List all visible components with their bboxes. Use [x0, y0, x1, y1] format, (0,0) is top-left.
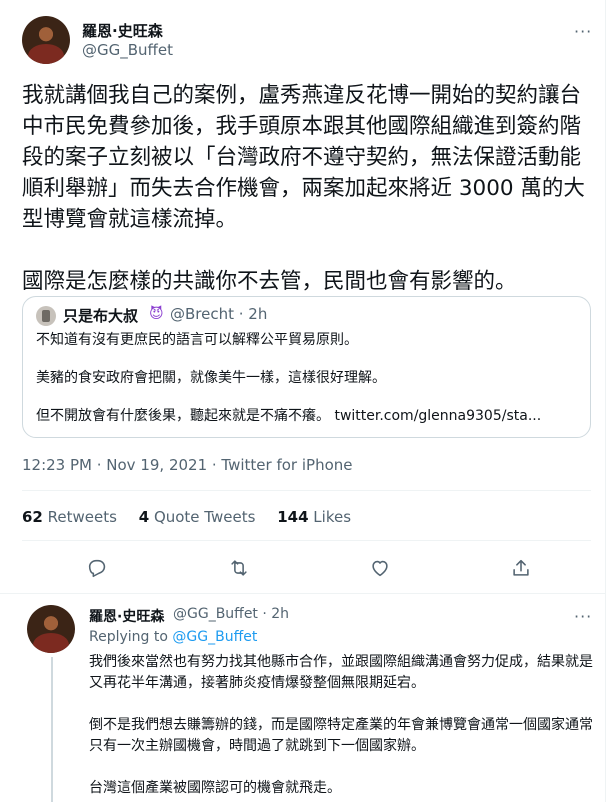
tweet-stats: 62 Retweets 4 Quote Tweets 144 Likes — [22, 508, 368, 526]
avatar[interactable] — [27, 605, 75, 653]
quoted-avatar — [36, 306, 56, 326]
reply-paragraph: 我們後來當然也有努力找其他縣市合作，並跟國際組織溝通會努力促成，結果就是又再花半… — [89, 654, 593, 691]
quoted-line: 美豬的食安政府會把關，就像美牛一樣，這樣很好理解。 — [36, 370, 386, 386]
divider — [22, 540, 591, 541]
retweet-icon — [231, 560, 247, 576]
replying-to-link[interactable]: @GG_Buffet — [172, 629, 257, 645]
like-button[interactable] — [369, 557, 391, 579]
quoted-text: 不知道有沒有更庶民的語言可以解釋公平貿易原則。 美豬的食安政府會把關，就像美牛一… — [36, 331, 581, 426]
tweet-timestamp[interactable]: 12:23 PM · Nov 19, 2021 · Twitter for iP… — [22, 456, 353, 474]
tweet-paragraph: 國際是怎麼樣的共識你不去管，民間也會有影響的。 — [22, 269, 517, 294]
author-handle[interactable]: @GG_Buffet — [82, 41, 173, 59]
more-options-icon[interactable]: ··· — [574, 22, 592, 41]
reply-handle-time[interactable]: @GG_Buffet · 2h — [173, 606, 289, 622]
divider — [22, 490, 591, 491]
reply-button[interactable] — [86, 557, 108, 579]
reply-paragraph: 台灣這個產業被國際認可的機會就飛走。 — [89, 780, 341, 796]
retweets-stat[interactable]: 62 Retweets — [22, 508, 117, 526]
share-icon — [513, 559, 529, 576]
quoted-line: 不知道有沒有更庶民的語言可以解釋公平貿易原則。 — [36, 332, 358, 348]
author-name[interactable]: 羅恩·史旺森 — [82, 20, 163, 41]
retweet-button[interactable] — [228, 557, 250, 579]
reply-icon — [88, 559, 106, 578]
divider — [0, 593, 606, 594]
reply-paragraph: 倒不是我們想去賺籌辦的錢，而是國際特定產業的年會兼博覽會通常一個國家通常只有一次… — [89, 717, 593, 754]
tweet-paragraph: 我就講個我自己的案例，盧秀燕違反花博一開始的契約讓台中市民免費參加後，我手頭原本… — [22, 83, 585, 232]
share-button[interactable] — [510, 557, 532, 579]
quoted-tweet[interactable]: 只是布大叔 😈 @Brecht · 2h 不知道有沒有更庶民的語言可以解釋公平貿… — [22, 296, 591, 438]
devil-emoji-icon: 😈 — [149, 306, 164, 322]
quote-tweets-stat[interactable]: 4 Quote Tweets — [139, 508, 256, 526]
reply-author-name[interactable]: 羅恩·史旺森 — [89, 606, 164, 626]
replying-prefix: Replying to — [89, 629, 168, 645]
replying-to: Replying to @GG_Buffet — [89, 629, 257, 645]
quoted-handle-time: @Brecht · 2h — [170, 305, 268, 323]
quoted-line: 但不開放會有什麼後果，聽起來就是不痛不癢。 twitter.com/glenna… — [36, 408, 542, 424]
thread-line — [51, 657, 53, 802]
avatar[interactable] — [22, 16, 70, 64]
quoted-author-name: 只是布大叔 — [63, 307, 139, 325]
more-options-icon[interactable]: ··· — [574, 607, 592, 626]
likes-stat[interactable]: 144 Likes — [277, 508, 351, 526]
like-icon — [372, 560, 388, 577]
tweet-text: 我就講個我自己的案例，盧秀燕違反花博一開始的契約讓台中市民免費參加後，我手頭原本… — [22, 80, 597, 297]
tweet-detail-view: 羅恩·史旺森 @GG_Buffet ··· 我就講個我自己的案例，盧秀燕違反花博… — [0, 0, 606, 802]
reply-text: 我們後來當然也有努力找其他縣市合作，並跟國際組織溝通會努力促成，結果就是又再花半… — [89, 652, 599, 799]
